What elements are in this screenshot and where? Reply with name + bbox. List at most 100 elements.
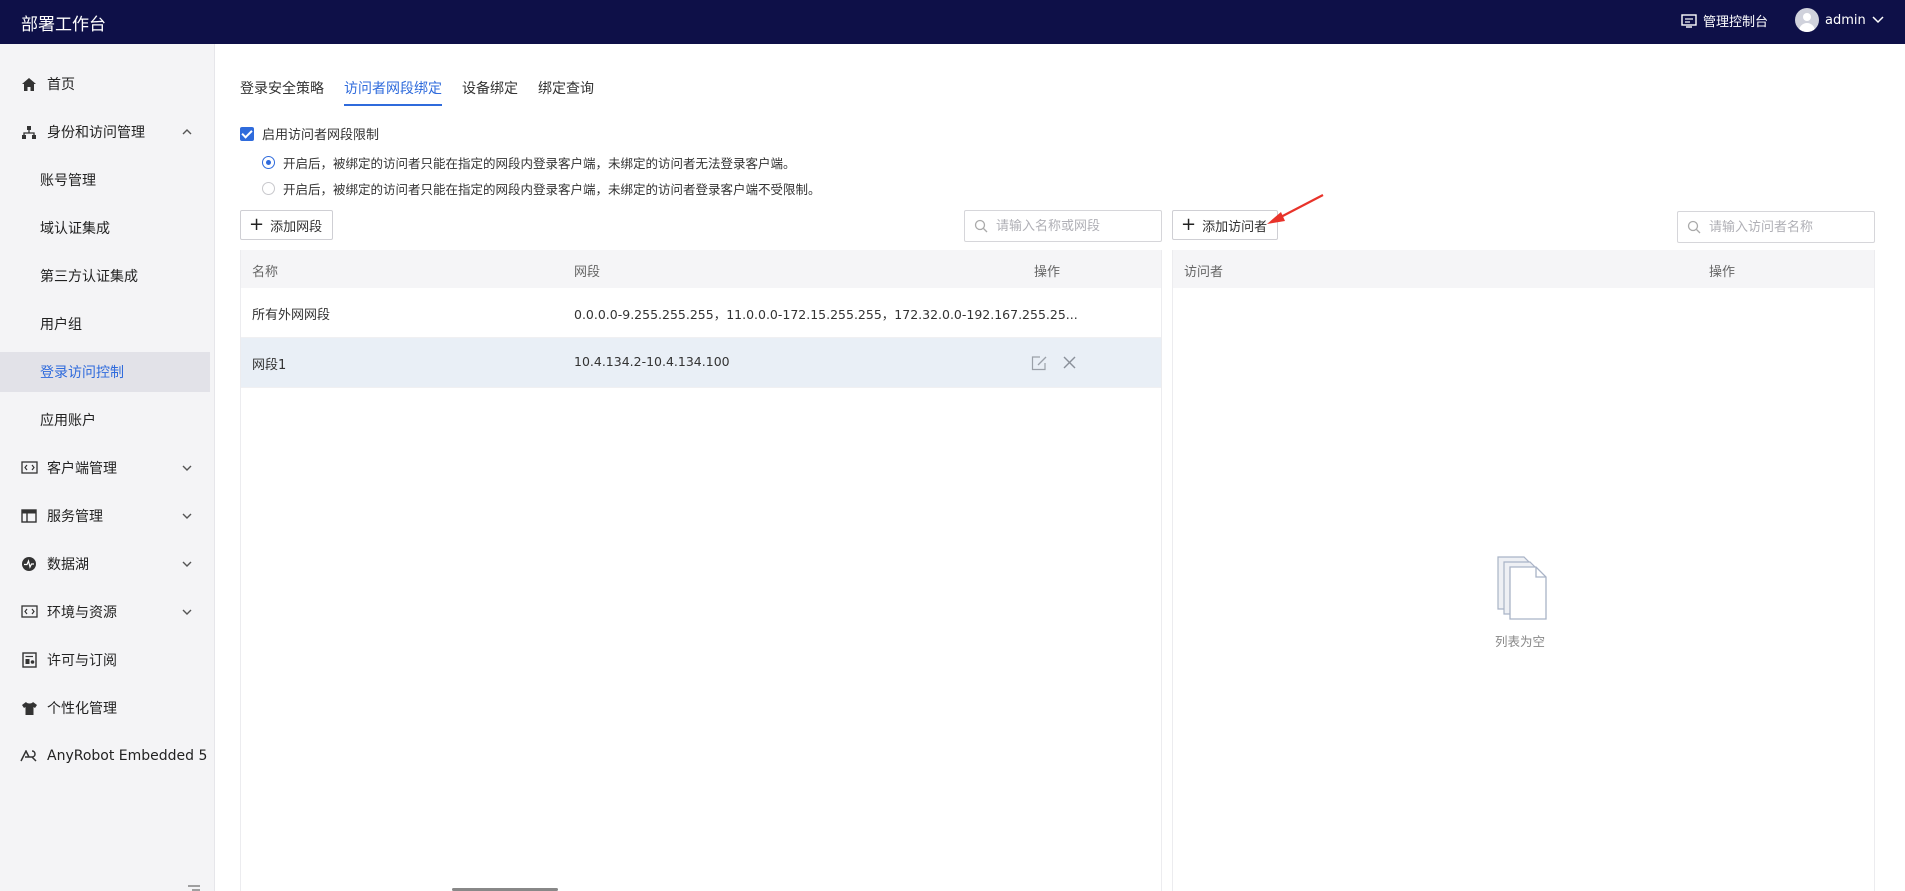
- sidebar-item-label: 应用账户: [40, 413, 96, 429]
- restriction-option-loose[interactable]: 开启后，被绑定的访问者只能在指定的网段内登录客户端，未绑定的访问者登录客户端不受…: [262, 179, 821, 198]
- plus-icon: +: [1181, 214, 1197, 235]
- sidebar-item-third-party-auth[interactable]: 第三方认证集成: [0, 256, 210, 296]
- user-menu[interactable]: admin: [1795, 8, 1884, 32]
- table-row[interactable]: 网段1 10.4.134.2-10.4.134.100: [241, 338, 1161, 388]
- chevron-down-icon: [182, 465, 192, 471]
- column-header-visitor: 访问者: [1184, 265, 1224, 280]
- sidebar-item-label: 第三方认证集成: [40, 269, 138, 285]
- sidebar-item-domain-auth[interactable]: 域认证集成: [0, 208, 210, 248]
- sidebar-item-label: 用户组: [40, 317, 82, 333]
- sidebar-item-data-lake[interactable]: 数据湖: [0, 544, 210, 584]
- search-icon: [1687, 220, 1701, 234]
- shirt-icon: [20, 700, 38, 716]
- app-title: 部署工作台: [21, 15, 106, 35]
- tab-binding-query[interactable]: 绑定查询: [538, 78, 594, 106]
- layout-icon: [20, 508, 38, 524]
- add-visitor-button[interactable]: + 添加访问者: [1172, 210, 1279, 240]
- radio-strict-label: 开启后，被绑定的访问者只能在指定的网段内登录客户端，未绑定的访问者无法登录客户端…: [283, 156, 796, 171]
- segment-search-input[interactable]: [996, 218, 1146, 234]
- column-header-actions: 操作: [1034, 265, 1061, 280]
- sidebar-item-label: 身份和访问管理: [47, 125, 145, 141]
- plus-icon: +: [249, 214, 265, 235]
- table-row[interactable]: 所有外网网段 0.0.0.0-9.255.255.255，11.0.0.0-17…: [241, 288, 1161, 338]
- sidebar-item-service-management[interactable]: 服务管理: [0, 496, 210, 536]
- sidebar-item-label: 账号管理: [40, 173, 96, 189]
- segments-table-header: 名称 网段 操作: [241, 250, 1161, 288]
- radio-loose-label: 开启后，被绑定的访问者只能在指定的网段内登录客户端，未绑定的访问者登录客户端不受…: [283, 182, 821, 197]
- sidebar-item-label: 许可与订阅: [47, 653, 117, 669]
- edit-icon[interactable]: [1031, 355, 1048, 371]
- row-actions: [1031, 355, 1077, 371]
- avatar: [1795, 8, 1819, 32]
- sidebar-item-label: 域认证集成: [40, 221, 110, 237]
- sidebar-item-label: 环境与资源: [47, 605, 117, 621]
- sidebar-item-label: AnyRobot Embedded 5: [47, 748, 208, 764]
- sidebar-item-label: 登录访问控制: [40, 365, 124, 381]
- segment-range: 0.0.0.0-9.255.255.255，11.0.0.0-172.15.25…: [574, 307, 1078, 322]
- chevron-down-icon: [1872, 16, 1884, 24]
- org-icon: [20, 124, 38, 140]
- annotation-arrow-icon: [1267, 194, 1324, 224]
- enable-restriction-checkbox[interactable]: [240, 126, 254, 141]
- add-visitor-label: 添加访问者: [1202, 219, 1268, 235]
- enable-restriction-option[interactable]: 启用访问者网段限制: [240, 124, 379, 143]
- segment-search[interactable]: [964, 210, 1162, 242]
- sidebar-item-user-groups[interactable]: 用户组: [0, 304, 210, 344]
- tab-login-security-policy[interactable]: 登录安全策略: [240, 78, 324, 106]
- sidebar-item-license-subscription[interactable]: 许可与订阅: [0, 640, 210, 680]
- sidebar-item-anyrobot[interactable]: AnyRobot Embedded 5: [0, 736, 210, 776]
- sidebar-item-environment-resources[interactable]: 环境与资源: [0, 592, 210, 632]
- radio-strict[interactable]: [262, 156, 275, 169]
- code-icon: [20, 460, 38, 476]
- restriction-option-strict[interactable]: 开启后，被绑定的访问者只能在指定的网段内登录客户端，未绑定的访问者无法登录客户端…: [262, 153, 796, 172]
- delete-icon[interactable]: [1062, 355, 1077, 370]
- chevron-down-icon: [182, 561, 192, 567]
- sidebar-item-label: 服务管理: [47, 509, 103, 525]
- tab-visitor-segment-binding[interactable]: 访问者网段绑定: [344, 78, 442, 106]
- sidebar-item-home[interactable]: 首页: [0, 64, 210, 104]
- search-icon: [974, 219, 988, 233]
- chevron-down-icon: [182, 513, 192, 519]
- sidebar-item-label: 首页: [47, 77, 75, 93]
- sidebar-item-client-management[interactable]: 客户端管理: [0, 448, 210, 488]
- chevron-down-icon: [182, 609, 192, 615]
- sidebar-item-accounts[interactable]: 账号管理: [0, 160, 210, 200]
- sidebar-item-login-access-control[interactable]: 登录访问控制: [0, 352, 210, 392]
- segment-range: 10.4.134.2-10.4.134.100: [574, 354, 730, 369]
- sidebar-item-personalization[interactable]: 个性化管理: [0, 688, 210, 728]
- radio-loose[interactable]: [262, 182, 275, 195]
- anyrobot-logo-icon: [20, 748, 38, 764]
- column-header-segment: 网段: [574, 265, 601, 280]
- sidebar-item-app-accounts[interactable]: 应用账户: [0, 400, 210, 440]
- console-label: 管理控制台: [1703, 15, 1769, 30]
- segment-name: 所有外网网段: [252, 308, 331, 323]
- top-bar: 部署工作台 管理控制台 admin: [0, 0, 1905, 44]
- empty-state: 列表为空: [1494, 555, 1554, 650]
- sidebar-item-label: 客户端管理: [47, 461, 117, 477]
- home-icon: [20, 76, 38, 92]
- segment-name: 网段1: [252, 358, 287, 373]
- visitor-search-input[interactable]: [1709, 219, 1859, 235]
- enable-restriction-label: 启用访问者网段限制: [262, 128, 380, 143]
- sidebar: 首页 身份和访问管理 账号管理 域认证集成 第三方认证集成 用户组 登录访问控制…: [0, 44, 215, 891]
- add-segment-button[interactable]: + 添加网段: [240, 210, 334, 240]
- sidebar-item-label: 个性化管理: [47, 701, 117, 717]
- console-icon: [1681, 13, 1697, 28]
- sidebar-item-label: 数据湖: [47, 557, 89, 573]
- chevron-up-icon: [182, 129, 192, 135]
- code-icon: [20, 604, 38, 620]
- console-link[interactable]: 管理控制台: [1681, 11, 1768, 30]
- visitor-search[interactable]: [1677, 211, 1875, 243]
- username: admin: [1825, 12, 1866, 28]
- column-header-actions: 操作: [1709, 265, 1736, 280]
- license-icon: [20, 652, 38, 668]
- collapse-menu-icon[interactable]: [187, 884, 201, 891]
- tab-bar: 登录安全策略 访问者网段绑定 设备绑定 绑定查询: [240, 78, 614, 106]
- visitors-table-header: 访问者 操作: [1173, 250, 1874, 288]
- tab-device-binding[interactable]: 设备绑定: [462, 78, 518, 106]
- column-header-name: 名称: [252, 265, 279, 280]
- empty-state-label: 列表为空: [1494, 634, 1545, 649]
- sidebar-item-identity-access[interactable]: 身份和访问管理: [0, 112, 210, 152]
- empty-list-icon: [1497, 556, 1547, 620]
- add-segment-label: 添加网段: [270, 219, 323, 235]
